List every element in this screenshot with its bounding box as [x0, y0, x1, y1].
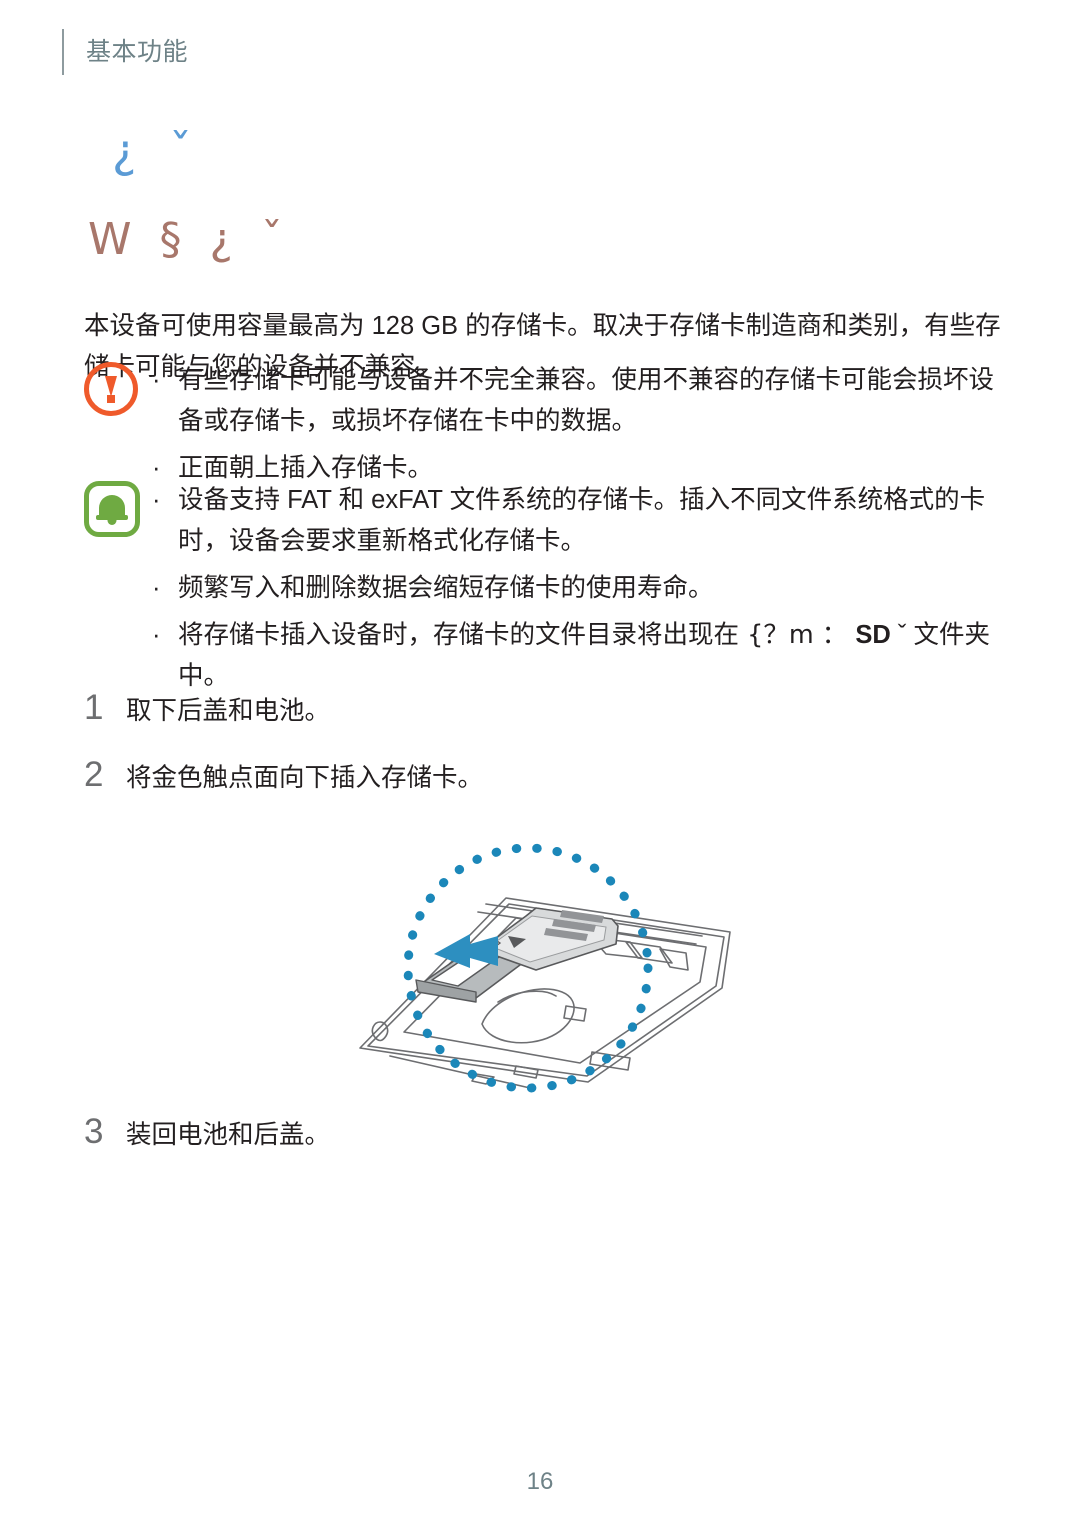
bullet-text: 设备支持 FAT 和 exFAT 文件系统的存储卡。插入不同文件系统格式的卡时，…	[178, 486, 986, 555]
step-2: 2 将金色触点面向下插入存储卡。	[84, 757, 984, 792]
memory-card-insertion-diagram	[330, 820, 760, 1100]
step-number: 1	[84, 688, 104, 727]
list-item: · 有些存储卡可能与设备并不完全兼容。使用不兼容的存储卡可能会损坏设备或存储卡，…	[152, 360, 1014, 442]
section-title: W § ¿ ˇ	[88, 214, 290, 265]
bullet-text-bold: SD	[855, 621, 891, 649]
running-header: 基本功能	[62, 28, 188, 76]
step-number: 2	[84, 755, 104, 794]
bell-note-icon	[84, 478, 144, 538]
warning-exclamation-icon	[84, 358, 144, 418]
step-text: 取下后盖和电池。	[126, 697, 331, 725]
list-item: · 将存储卡插入设备时，存储卡的文件目录将出现在 {？m ： SD ˇ 文件夹中…	[152, 615, 1014, 697]
bullet-text: 频繁写入和删除数据会缩短存储卡的使用寿命。	[178, 574, 714, 602]
list-item: · 频繁写入和删除数据会缩短存储卡的使用寿命。	[152, 568, 1014, 609]
note-callout-body: · 设备支持 FAT 和 exFAT 文件系统的存储卡。插入不同文件系统格式的卡…	[152, 478, 1014, 697]
bullet-marker: ·	[152, 621, 161, 649]
bullet-text-before: 将存储卡插入设备时，存储卡的文件目录将出现在 {？m ：	[178, 620, 856, 650]
step-number: 3	[84, 1112, 104, 1151]
bullet-marker: ·	[152, 486, 161, 514]
warning-callout: · 有些存储卡可能与设备并不完全兼容。使用不兼容的存储卡可能会损坏设备或存储卡，…	[84, 358, 1014, 489]
page-number: 16	[526, 1468, 554, 1495]
warning-callout-body: · 有些存储卡可能与设备并不完全兼容。使用不兼容的存储卡可能会损坏设备或存储卡，…	[152, 358, 1014, 489]
list-item: · 设备支持 FAT 和 exFAT 文件系统的存储卡。插入不同文件系统格式的卡…	[152, 480, 1014, 562]
step-text: 将金色触点面向下插入存储卡。	[126, 764, 484, 792]
bullet-marker: ·	[152, 366, 161, 394]
bullet-text: 有些存储卡可能与设备并不完全兼容。使用不兼容的存储卡可能会损坏设备或存储卡，或损…	[178, 366, 995, 435]
step-3: 3 装回电池和后盖。	[84, 1114, 984, 1149]
step-text: 装回电池和后盖。	[126, 1121, 331, 1149]
bullet-text-mixed: 将存储卡插入设备时，存储卡的文件目录将出现在 {？m ： SD ˇ 文件夹中。	[178, 615, 1014, 697]
step-1: 1 取下后盖和电池。	[84, 690, 984, 725]
running-header-title: 基本功能	[86, 37, 189, 66]
note-callout: · 设备支持 FAT 和 exFAT 文件系统的存储卡。插入不同文件系统格式的卡…	[84, 478, 1014, 697]
header-divider-rule	[62, 29, 64, 75]
chapter-title: ¿ ˇ	[112, 124, 202, 178]
bullet-marker: ·	[152, 574, 161, 602]
